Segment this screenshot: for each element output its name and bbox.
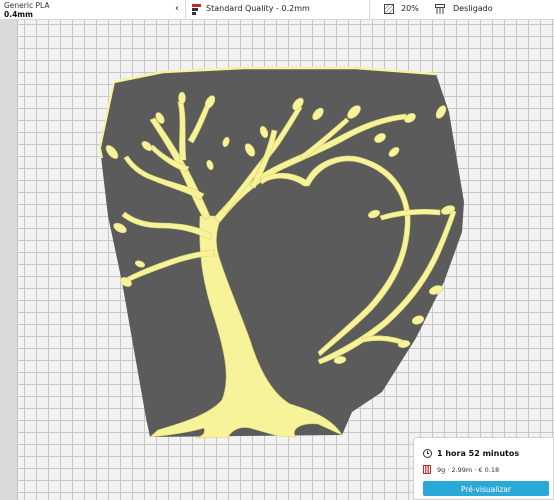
chevron-left-icon[interactable]: ‹ <box>175 3 179 14</box>
material-cost-label: 9g · 2.99m · € 0.18 <box>437 465 500 474</box>
support-icon <box>435 4 445 14</box>
quality-profile-selector[interactable]: Standard Quality - 0.2mm <box>186 0 370 19</box>
quality-label: Standard Quality - 0.2mm <box>206 4 310 13</box>
material-name: Generic PLA <box>4 1 50 10</box>
support-setting[interactable]: Desligado <box>410 0 554 19</box>
print-time-label: 1 hora 52 minutos <box>437 449 520 458</box>
infill-setting[interactable]: 20% <box>370 0 419 19</box>
infill-icon <box>384 4 394 14</box>
print-settings-toolbar: Generic PLA 0.4mm ‹ Standard Quality - 0… <box>0 0 554 20</box>
clock-icon <box>423 449 432 458</box>
preview-button[interactable]: Pré-visualizar <box>423 481 549 496</box>
tree-heart-model[interactable] <box>0 20 554 500</box>
print-time-row: 1 hora 52 minutos <box>423 449 519 458</box>
build-plate-viewport[interactable] <box>0 20 554 500</box>
material-cost-row: 9g · 2.99m · € 0.18 <box>423 465 499 474</box>
quality-profile-icon <box>192 4 201 15</box>
nozzle-size: 0.4mm <box>4 10 33 19</box>
support-label: Desligado <box>453 4 493 13</box>
spool-icon <box>423 465 431 474</box>
material-selector[interactable]: Generic PLA 0.4mm ‹ <box>0 0 186 19</box>
print-estimate-panel: 1 hora 52 minutos 9g · 2.99m · € 0.18 Pr… <box>413 437 554 500</box>
